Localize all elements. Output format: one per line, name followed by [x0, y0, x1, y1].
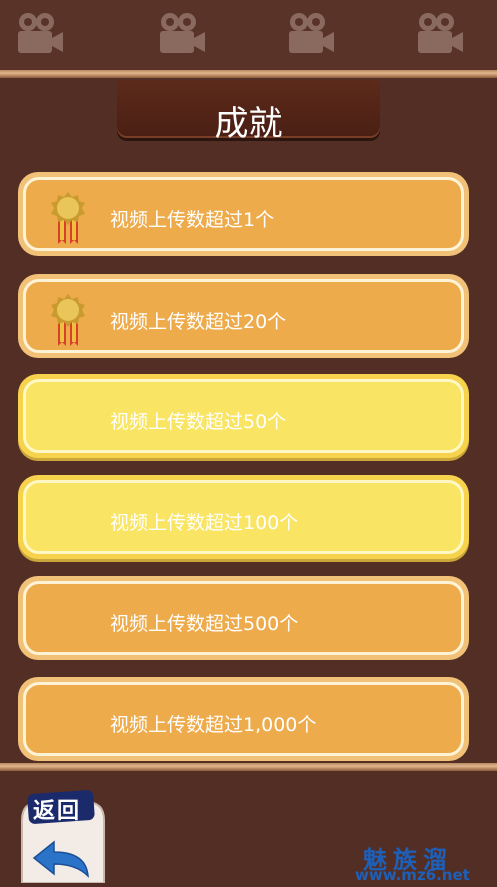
achievement-label: 视频上传数超过20个 — [110, 311, 287, 333]
achievement-card[interactable]: 视频上传数超过50个 — [18, 374, 469, 458]
video-camera-icon — [160, 13, 205, 53]
video-camera-icon — [18, 13, 63, 53]
medal-icon — [51, 192, 85, 244]
page-title: 成就 — [214, 104, 283, 144]
achievement-card[interactable]: 视频上传数超过100个 — [18, 475, 469, 559]
achievement-card[interactable]: 视频上传数超过1,000个 — [18, 677, 469, 761]
achievement-label: 视频上传数超过1,000个 — [110, 714, 317, 736]
achievement-label: 视频上传数超过500个 — [110, 613, 299, 635]
achievement-card[interactable]: 视频上传数超过20个 — [18, 274, 469, 358]
achievement-card[interactable]: 视频上传数超过500个 — [18, 576, 469, 660]
medal-icon — [51, 294, 85, 346]
back-label: 返回 — [33, 799, 82, 824]
achievement-label: 视频上传数超过1个 — [110, 209, 275, 231]
achievement-label: 视频上传数超过50个 — [110, 411, 287, 433]
video-camera-icon — [289, 13, 334, 53]
video-camera-icon — [418, 13, 463, 53]
back-button[interactable]: 返回 — [18, 790, 108, 884]
back-arrow-icon — [32, 840, 89, 878]
bottom-divider — [0, 763, 497, 771]
top-bar — [0, 0, 497, 72]
title-plate: 成就 — [117, 80, 380, 144]
achievement-label: 视频上传数超过100个 — [110, 512, 299, 534]
watermark: 魅族溜 www.mz6.net — [355, 840, 497, 884]
top-divider — [0, 70, 497, 78]
watermark-url: www.mz6.net — [355, 866, 470, 884]
achievement-card[interactable]: 视频上传数超过1个 — [18, 172, 469, 256]
